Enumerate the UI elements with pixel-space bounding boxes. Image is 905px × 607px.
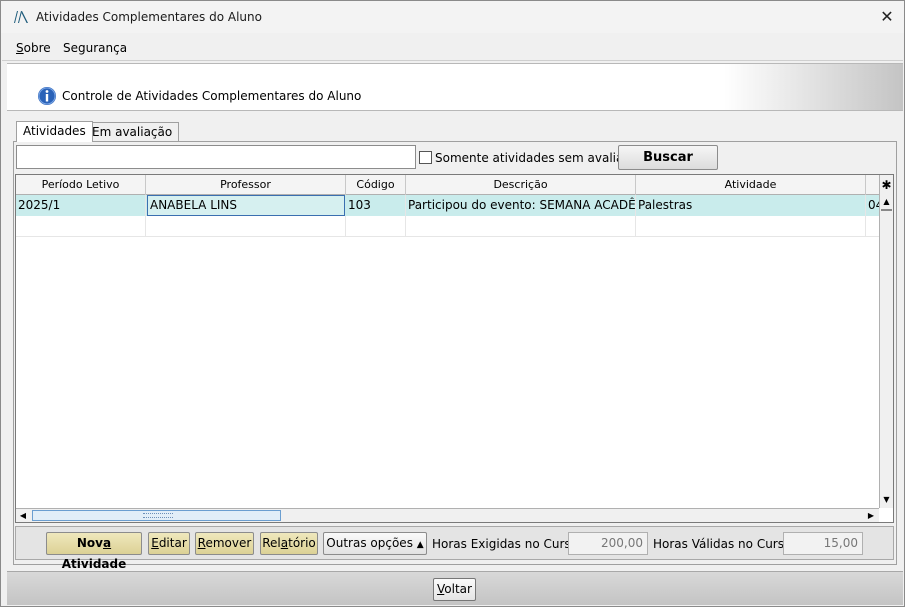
btn-text: Outras opções	[326, 536, 413, 550]
horizontal-scroll-thumb[interactable]	[32, 510, 281, 521]
no-evaluation-checkbox[interactable]	[419, 151, 432, 164]
btn-text: Atividade	[61, 557, 127, 571]
btn-text: oltar	[444, 582, 472, 596]
btn-accel: a	[280, 536, 289, 550]
column-header-professor[interactable]: Professor	[146, 175, 346, 195]
voltar-button[interactable]: Voltar	[433, 578, 476, 601]
info-icon	[38, 87, 56, 105]
btn-text: Nov	[76, 536, 103, 550]
cell-atividade[interactable]: Palestras	[636, 195, 866, 216]
app-logo-icon	[14, 11, 28, 23]
column-header-descricao[interactable]: Descrição	[406, 175, 636, 195]
empty-cell	[636, 216, 866, 237]
relatorio-button[interactable]: Relatório	[260, 532, 318, 555]
action-bar: Nova Atividade Editar Remover Relatório …	[15, 526, 894, 571]
cell-periodo[interactable]: 2025/1	[16, 195, 146, 216]
window-title: Atividades Complementares do Aluno	[36, 10, 262, 24]
table-row-empty	[16, 216, 879, 237]
horas-validas-label: Horas Válidas no Curso:	[653, 537, 796, 551]
scroll-down-arrow-icon[interactable]: ▼	[880, 493, 893, 507]
scroll-right-arrow-icon[interactable]: ▶	[864, 509, 878, 522]
scroll-left-arrow-icon[interactable]: ◀	[16, 509, 30, 522]
cell-descricao[interactable]: Participou do evento: SEMANA ACADÊM...	[406, 195, 636, 216]
horas-validas-field: 15,00	[783, 532, 863, 555]
btn-text: tório	[288, 536, 316, 550]
btn-text: Rel	[262, 536, 281, 550]
scroll-grip	[143, 513, 173, 518]
empty-cell	[406, 216, 636, 237]
info-header-text: Controle de Atividades Complementares do…	[62, 89, 362, 103]
menu-seguranca[interactable]: Segurança	[63, 41, 127, 55]
menu-bar: Sobre Segurança	[2, 35, 903, 61]
search-input[interactable]	[16, 145, 416, 169]
btn-accel: a	[103, 536, 112, 550]
btn-text: ditar	[158, 536, 187, 550]
horizontal-scrollbar[interactable]: ◀ ▶	[16, 508, 879, 522]
cell-extra[interactable]: 04	[866, 195, 879, 216]
no-evaluation-checkbox-label[interactable]: Somente atividades sem avaliação	[435, 151, 645, 165]
title-bar: Atividades Complementares do Aluno ✕	[1, 1, 904, 33]
main-window: Atividades Complementares do Aluno ✕ Sob…	[0, 0, 905, 607]
info-header: Controle de Atividades Complementares do…	[7, 63, 903, 111]
editar-button[interactable]: Editar	[148, 532, 190, 555]
tab-em-avaliacao[interactable]: Em avaliação	[85, 122, 180, 142]
scroll-up-arrow-icon[interactable]: ▲	[880, 195, 893, 209]
cell-codigo[interactable]: 103	[346, 195, 406, 216]
menu-sobre-accel: S	[16, 41, 24, 55]
nova-atividade-button[interactable]: Nova Atividade	[46, 532, 142, 571]
footer-bar: Voltar	[7, 571, 903, 605]
btn-accel: E	[151, 536, 159, 550]
table-row[interactable]: 2025/1 ANABELA LINS 103 Participou do ev…	[16, 195, 879, 216]
search-button[interactable]: Buscar	[618, 145, 718, 170]
column-header-periodo[interactable]: Período Letivo	[16, 175, 146, 195]
empty-cell	[146, 216, 346, 237]
menu-sobre[interactable]: Sobre	[16, 41, 51, 55]
btn-text: emover	[205, 536, 252, 550]
gear-icon: ✱	[881, 178, 892, 192]
tab-atividades[interactable]: Atividades	[16, 121, 93, 142]
activities-table: Período Letivo Professor Código Descriçã…	[15, 174, 894, 523]
column-settings-button[interactable]: ✱	[879, 175, 893, 195]
vertical-scroll-thumb[interactable]	[881, 209, 892, 211]
horas-exigidas-field: 200,00	[568, 532, 648, 555]
empty-cell	[16, 216, 146, 237]
column-header-codigo[interactable]: Código	[346, 175, 406, 195]
close-button[interactable]: ✕	[870, 1, 904, 33]
outras-opcoes-button[interactable]: Outras opções ▲	[323, 532, 427, 555]
column-header-atividade[interactable]: Atividade	[636, 175, 866, 195]
menu-seguranca-label: Segurança	[63, 41, 128, 55]
menu-sobre-label: obre	[23, 41, 51, 55]
column-header-extra[interactable]	[866, 175, 879, 195]
horas-exigidas-label: Horas Exigidas no Curso:	[432, 537, 583, 551]
empty-cell	[346, 216, 406, 237]
caret-up-icon: ▲	[416, 540, 424, 550]
remover-button[interactable]: Remover	[195, 532, 254, 555]
cell-professor[interactable]: ANABELA LINS	[147, 195, 345, 216]
table-header: Período Letivo Professor Código Descriçã…	[16, 175, 879, 195]
vertical-scrollbar[interactable]: ▲ ▼	[879, 195, 893, 508]
